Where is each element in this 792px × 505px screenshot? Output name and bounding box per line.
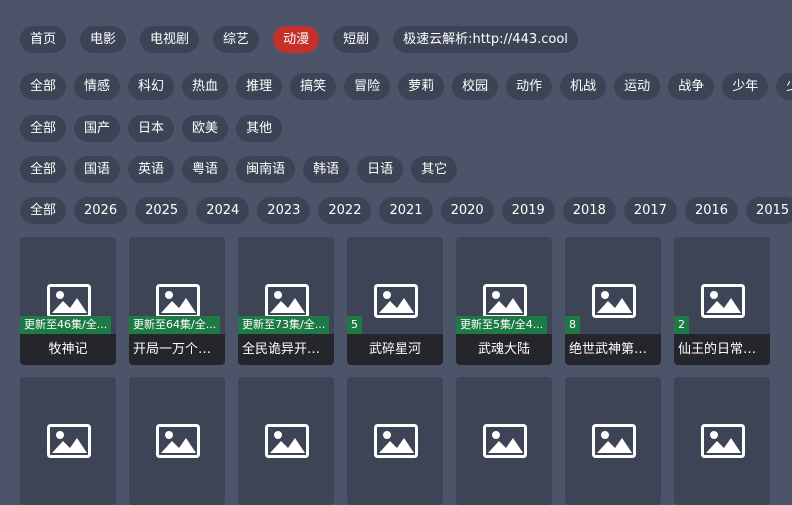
year-filter-chip[interactable]: 2024 xyxy=(196,197,250,224)
image-placeholder-icon xyxy=(374,424,418,458)
genre-filter-chip[interactable]: 冒险 xyxy=(344,73,391,100)
episode-badge: 2 xyxy=(674,316,689,334)
genre-filter-chip[interactable]: 运动 xyxy=(614,73,661,100)
language-filter-chip[interactable]: 日语 xyxy=(357,156,404,183)
year-filter-chip[interactable]: 2019 xyxy=(501,197,555,224)
video-card[interactable]: 8 绝世武神第八... xyxy=(565,237,661,365)
video-title: 武碎星河 xyxy=(347,334,443,365)
video-title: 绝世武神第八... xyxy=(565,334,661,365)
video-card[interactable] xyxy=(456,377,552,505)
image-placeholder-icon xyxy=(374,284,418,318)
nav-tab[interactable]: 极速云解析:http://443.cool xyxy=(393,26,578,53)
genre-filter-chip[interactable]: 校园 xyxy=(452,73,499,100)
language-filter-chip[interactable]: 闽南语 xyxy=(236,156,296,183)
video-card[interactable] xyxy=(20,377,116,505)
language-filter-chip[interactable]: 韩语 xyxy=(303,156,350,183)
image-placeholder-icon xyxy=(156,424,200,458)
video-card[interactable] xyxy=(565,377,661,505)
region-filter-chip[interactable]: 国产 xyxy=(74,115,121,142)
genre-filter-chip[interactable]: 萝莉 xyxy=(398,73,445,100)
genre-filter-chip[interactable]: 少女 xyxy=(776,73,792,100)
language-filter-chip[interactable]: 粤语 xyxy=(182,156,229,183)
genre-filter-chip[interactable]: 动作 xyxy=(506,73,553,100)
image-placeholder-icon xyxy=(265,284,309,318)
image-placeholder-icon xyxy=(47,424,91,458)
video-grid-row-2 xyxy=(20,377,770,505)
image-placeholder-icon xyxy=(701,424,745,458)
genre-filter-chip[interactable]: 机战 xyxy=(560,73,607,100)
episode-badge: 更新至46集/全... xyxy=(20,316,112,334)
image-placeholder-icon xyxy=(592,424,636,458)
year-filter-chip[interactable]: 全部 xyxy=(20,197,67,224)
language-filter-row: 全部 国语 英语 粤语 闽南语 韩语 日语 其它 xyxy=(20,156,792,183)
language-filter-chip[interactable]: 国语 xyxy=(74,156,121,183)
year-filter-chip[interactable]: 2022 xyxy=(318,197,372,224)
video-title: 武魂大陆 xyxy=(456,334,552,365)
genre-filter-chip[interactable]: 战争 xyxy=(668,73,715,100)
video-title: 开局一万个俯... xyxy=(129,334,225,365)
video-card[interactable]: 更新至5集/全4... 武魂大陆 xyxy=(456,237,552,365)
genre-filter-chip[interactable]: 少年 xyxy=(722,73,769,100)
video-card[interactable]: 5 武碎星河 xyxy=(347,237,443,365)
region-filter-chip[interactable]: 日本 xyxy=(128,115,175,142)
year-filter-chip[interactable]: 2023 xyxy=(257,197,311,224)
video-card[interactable]: 更新至46集/全... 牧神记 xyxy=(20,237,116,365)
image-placeholder-icon xyxy=(47,284,91,318)
video-title: 牧神记 xyxy=(20,334,116,365)
episode-badge: 更新至73集/全... xyxy=(238,316,330,334)
year-filter-chip[interactable]: 2026 xyxy=(74,197,128,224)
year-filter-chip[interactable]: 2015 xyxy=(746,197,792,224)
video-card[interactable]: 2 仙王的日常生... xyxy=(674,237,770,365)
nav-tab[interactable]: 电视剧 xyxy=(140,26,200,53)
region-filter-chip[interactable]: 全部 xyxy=(20,115,67,142)
genre-filter-chip[interactable]: 科幻 xyxy=(128,73,175,100)
top-nav: 首页 电影 电视剧 综艺 动漫 短剧 极速云解析:http://443.cool xyxy=(20,26,792,53)
year-filter-chip[interactable]: 2021 xyxy=(379,197,433,224)
image-placeholder-icon xyxy=(483,424,527,458)
nav-tab[interactable]: 首页 xyxy=(20,26,67,53)
video-card[interactable] xyxy=(347,377,443,505)
video-card[interactable] xyxy=(129,377,225,505)
video-card[interactable]: 更新至64集/全... 开局一万个俯... xyxy=(129,237,225,365)
year-filter-row: 全部 2026 2025 2024 2023 2022 2021 2020 2019 2018 20… xyxy=(20,197,792,224)
episode-badge: 更新至64集/全... xyxy=(129,316,221,334)
year-filter-chip[interactable]: 2016 xyxy=(684,197,739,224)
region-filter-chip[interactable]: 欧美 xyxy=(182,115,229,142)
video-card[interactable] xyxy=(674,377,770,505)
image-placeholder-icon xyxy=(483,284,527,318)
episode-badge: 5 xyxy=(347,316,362,334)
nav-tab[interactable]: 短剧 xyxy=(333,26,380,53)
nav-tab[interactable]: 综艺 xyxy=(213,26,260,53)
image-placeholder-icon xyxy=(701,284,745,318)
region-filter-chip[interactable]: 其他 xyxy=(236,115,283,142)
genre-filter-chip[interactable]: 推理 xyxy=(236,73,283,100)
episode-badge: 更新至5集/全4... xyxy=(456,316,548,334)
nav-tab[interactable]: 电影 xyxy=(80,26,127,53)
image-placeholder-icon xyxy=(265,424,309,458)
year-filter-chip[interactable]: 2017 xyxy=(623,197,677,224)
video-card[interactable]: 更新至73集/全... 全民诡异开局... xyxy=(238,237,334,365)
image-placeholder-icon xyxy=(592,284,636,318)
video-title: 仙王的日常生... xyxy=(674,334,770,365)
nav-tab[interactable]: 动漫 xyxy=(273,26,320,53)
language-filter-chip[interactable]: 英语 xyxy=(128,156,175,183)
language-filter-chip[interactable]: 其它 xyxy=(411,156,458,183)
genre-filter-row: 全部情感科幻热血推理搞笑冒险萝莉校园动作机战运动战争少年少女 xyxy=(20,73,792,100)
year-filter-chip[interactable]: 2018 xyxy=(562,197,616,224)
region-filter-row: 全部 国产 日本 欧美 其他 xyxy=(20,115,792,142)
genre-filter-chip[interactable]: 情感 xyxy=(74,73,121,100)
video-title: 全民诡异开局... xyxy=(238,334,334,365)
language-filter-chip[interactable]: 全部 xyxy=(20,156,67,183)
genre-filter-chip[interactable]: 热血 xyxy=(182,73,229,100)
year-filter-chip[interactable]: 2020 xyxy=(440,197,494,224)
episode-badge: 8 xyxy=(565,316,580,334)
genre-filter-chip[interactable]: 全部 xyxy=(20,73,67,100)
video-grid-row-1: 更新至46集/全... 牧神记 更新至64集/全... 开局一万个俯... 更新至73集… xyxy=(20,237,770,365)
image-placeholder-icon xyxy=(156,284,200,318)
video-card[interactable] xyxy=(238,377,334,505)
genre-filter-chip[interactable]: 搞笑 xyxy=(290,73,337,100)
year-filter-chip[interactable]: 2025 xyxy=(135,197,189,224)
